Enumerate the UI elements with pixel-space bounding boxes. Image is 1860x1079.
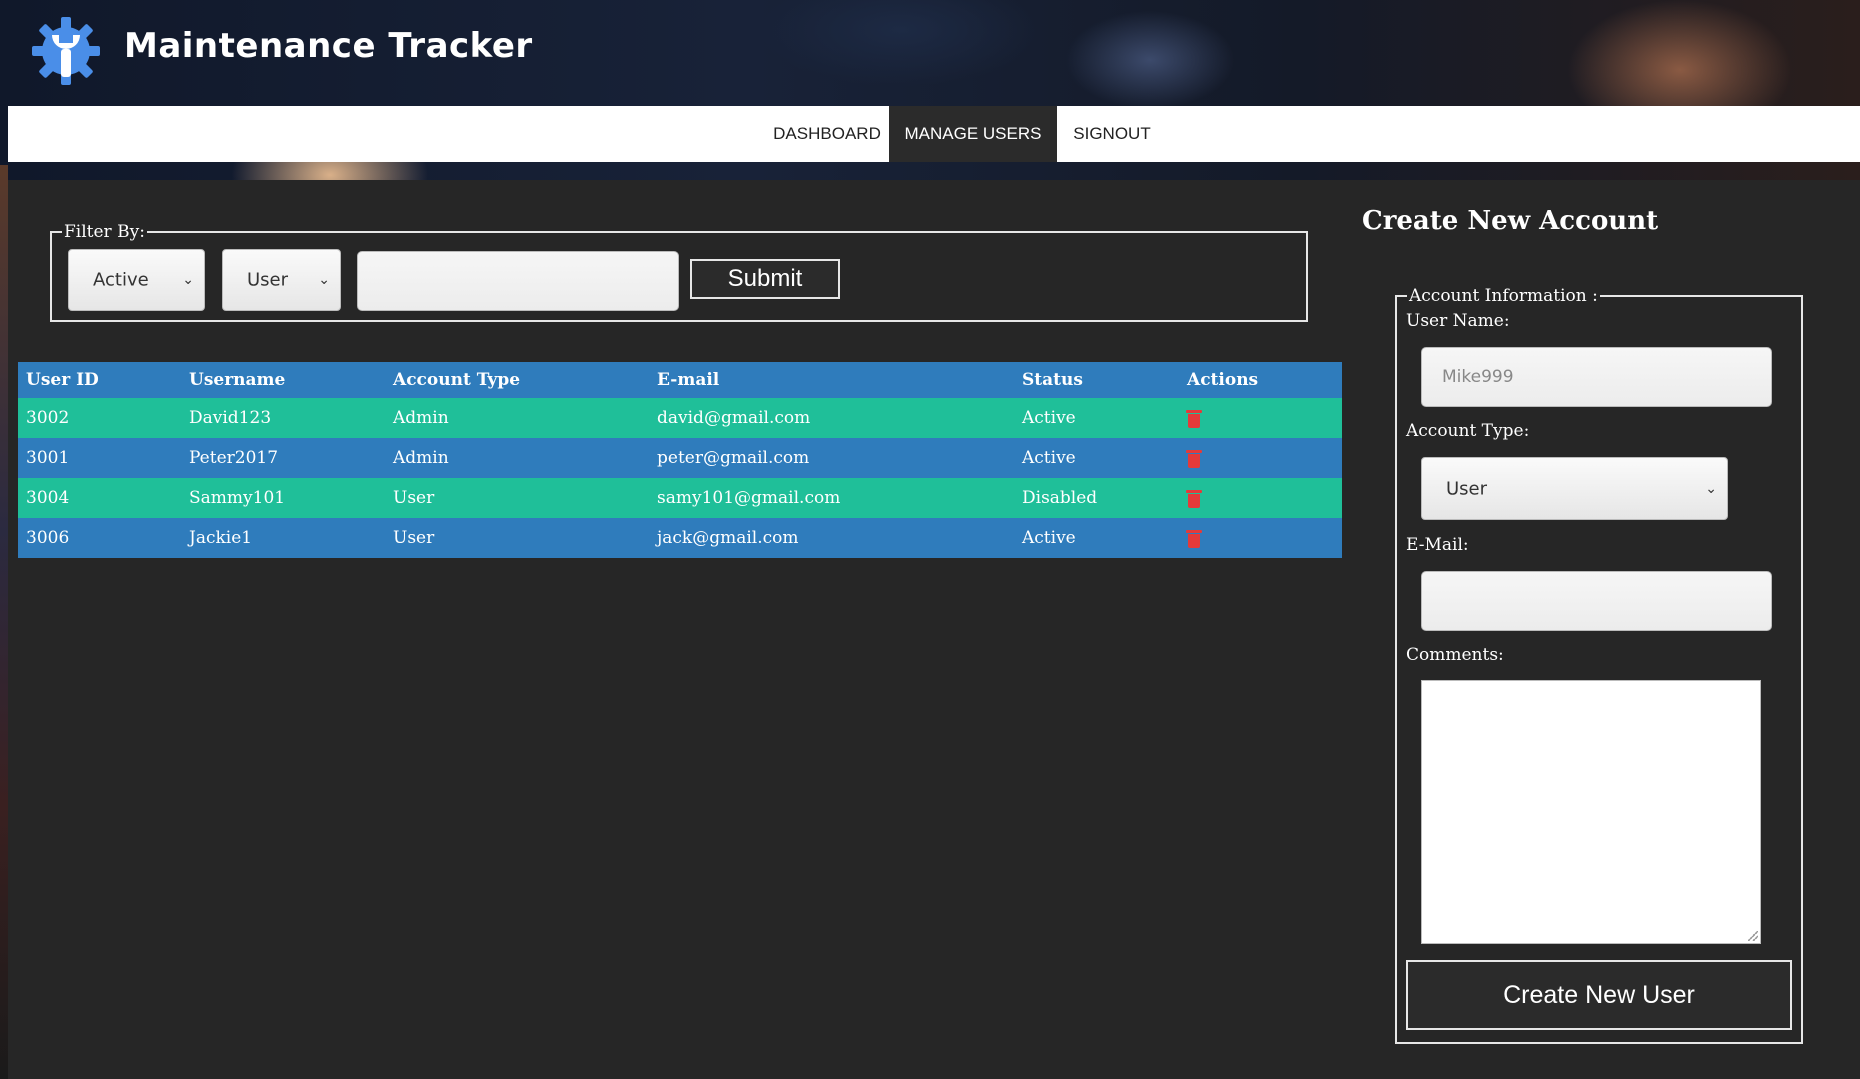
cell-actions	[1179, 518, 1342, 558]
cell-actions	[1179, 478, 1342, 518]
cell-username: Jackie1	[181, 518, 385, 558]
table-row: 3006 Jackie1 User jack@gmail.com Active	[18, 518, 1342, 558]
cell-username: Peter2017	[181, 438, 385, 478]
cell-status: Active	[1014, 398, 1179, 438]
cell-actions	[1179, 398, 1342, 438]
cell-account-type: User	[385, 518, 649, 558]
cell-account-type: User	[385, 478, 649, 518]
column-header: Account Type	[385, 362, 649, 398]
cell-email: david@gmail.com	[649, 398, 1014, 438]
chevron-down-icon: ⌄	[182, 272, 194, 288]
nav-manage-users[interactable]: MANAGE USERS	[889, 106, 1057, 162]
cell-user-id: 3002	[18, 398, 181, 438]
cell-account-type: Admin	[385, 438, 649, 478]
background-strip	[0, 165, 8, 1079]
column-header: E-mail	[649, 362, 1014, 398]
trash-icon[interactable]	[1186, 529, 1202, 548]
nav-signout[interactable]: SIGNOUT	[1057, 106, 1167, 162]
email-input[interactable]	[1421, 571, 1772, 631]
submit-button[interactable]: Submit	[690, 259, 840, 299]
cell-user-id: 3001	[18, 438, 181, 478]
account-info-legend: Account Information :	[1409, 286, 1598, 306]
cell-status: Disabled	[1014, 478, 1179, 518]
email-label: E-Mail:	[1406, 535, 1469, 555]
users-table: User ID Username Account Type E-mail Sta…	[18, 362, 1342, 558]
top-navbar: DASHBOARD MANAGE USERS SIGNOUT	[8, 106, 1860, 162]
cell-email: samy101@gmail.com	[649, 478, 1014, 518]
trash-icon[interactable]	[1186, 409, 1202, 428]
username-input[interactable]: Mike999	[1421, 347, 1772, 407]
table-row: 3002 David123 Admin david@gmail.com Acti…	[18, 398, 1342, 438]
comments-label: Comments:	[1406, 645, 1504, 665]
cell-username: David123	[181, 398, 385, 438]
cell-status: Active	[1014, 518, 1179, 558]
filter-legend: Filter By:	[64, 222, 145, 242]
create-account-title: Create New Account	[1362, 206, 1659, 236]
status-filter-select[interactable]: Active ⌄	[68, 249, 205, 311]
column-header: User ID	[18, 362, 181, 398]
create-new-user-button[interactable]: Create New User	[1406, 960, 1792, 1030]
trash-icon[interactable]	[1186, 489, 1202, 508]
column-header: Username	[181, 362, 385, 398]
filter-search-input[interactable]	[357, 251, 679, 311]
cell-email: jack@gmail.com	[649, 518, 1014, 558]
app-title: Maintenance Tracker	[124, 26, 533, 66]
cell-user-id: 3004	[18, 478, 181, 518]
cell-email: peter@gmail.com	[649, 438, 1014, 478]
account-type-value: User	[1446, 478, 1488, 499]
username-label: User Name:	[1406, 311, 1510, 331]
account-type-select[interactable]: User ⌄	[1421, 457, 1728, 520]
type-filter-value: User	[247, 269, 289, 291]
column-header: Actions	[1179, 362, 1342, 398]
resize-grip-icon[interactable]	[1748, 931, 1758, 941]
trash-icon[interactable]	[1186, 449, 1202, 468]
account-type-label: Account Type:	[1406, 421, 1530, 441]
chevron-down-icon: ⌄	[318, 272, 330, 288]
nav-dashboard[interactable]: DASHBOARD	[756, 106, 898, 162]
chevron-down-icon: ⌄	[1705, 480, 1717, 497]
cell-actions	[1179, 438, 1342, 478]
comments-textarea[interactable]	[1421, 680, 1761, 944]
type-filter-select[interactable]: User ⌄	[222, 249, 341, 311]
status-filter-value: Active	[93, 269, 149, 291]
table-row: 3004 Sammy101 User samy101@gmail.com Dis…	[18, 478, 1342, 518]
cell-user-id: 3006	[18, 518, 181, 558]
cell-status: Active	[1014, 438, 1179, 478]
cell-username: Sammy101	[181, 478, 385, 518]
username-placeholder: Mike999	[1442, 367, 1514, 387]
column-header: Status	[1014, 362, 1179, 398]
table-header-row: User ID Username Account Type E-mail Sta…	[18, 362, 1342, 398]
cell-account-type: Admin	[385, 398, 649, 438]
gear-wrench-icon	[32, 17, 100, 85]
table-row: 3001 Peter2017 Admin peter@gmail.com Act…	[18, 438, 1342, 478]
